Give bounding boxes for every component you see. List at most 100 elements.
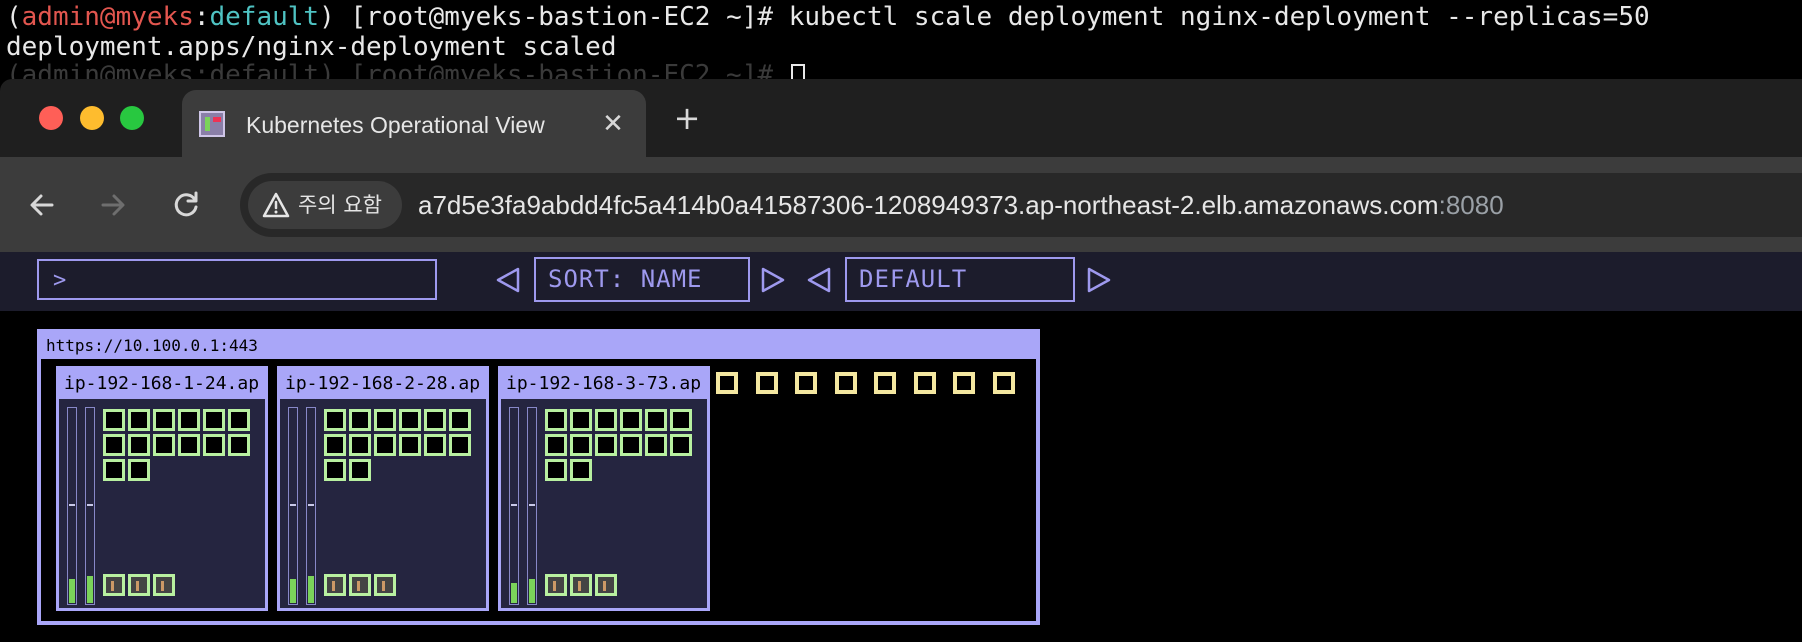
pod-running[interactable] xyxy=(570,459,592,481)
tab-kubernetes-operational-view[interactable]: Kubernetes Operational View ✕ xyxy=(182,90,646,157)
pod-running[interactable] xyxy=(595,409,617,431)
pod-pending[interactable] xyxy=(992,372,1015,394)
pod-running[interactable] xyxy=(128,459,150,481)
pod-running[interactable] xyxy=(399,409,421,431)
pod-running[interactable] xyxy=(228,409,250,431)
usage-fill xyxy=(290,579,296,603)
tab-close-icon[interactable]: ✕ xyxy=(597,108,629,140)
back-button[interactable] xyxy=(24,187,60,223)
reload-button[interactable] xyxy=(168,187,204,223)
node-box[interactable]: ip-192-168-2-28.ap-northeast-2.compute.i… xyxy=(277,366,489,611)
pod-running[interactable] xyxy=(620,409,642,431)
triangle-right-icon xyxy=(1087,267,1111,293)
cpu-usage-bar xyxy=(288,407,298,605)
usage-fill xyxy=(511,583,517,603)
pod-pending[interactable] xyxy=(755,372,778,394)
pod-running[interactable] xyxy=(324,434,346,456)
sort-selector[interactable]: SORT: NAME xyxy=(534,257,750,302)
pod-running[interactable] xyxy=(620,434,642,456)
pod-running[interactable] xyxy=(128,434,150,456)
pod-pending[interactable] xyxy=(716,372,738,394)
usage-fill xyxy=(69,579,75,603)
pod-running[interactable] xyxy=(103,434,125,456)
pod-running[interactable] xyxy=(449,409,471,431)
pod-pending[interactable] xyxy=(953,372,975,394)
pod-pending[interactable] xyxy=(874,372,896,394)
cluster-header: https://10.100.0.1:443 xyxy=(41,333,1036,359)
sort-next-button[interactable] xyxy=(760,266,786,294)
pod-running[interactable] xyxy=(570,434,592,456)
pod-system[interactable] xyxy=(103,574,125,596)
filter-input[interactable]: > xyxy=(37,259,437,300)
pod-running[interactable] xyxy=(153,409,175,431)
pod-running[interactable] xyxy=(545,434,567,456)
pod-system[interactable] xyxy=(349,574,371,596)
pod-pending[interactable] xyxy=(913,372,936,394)
pod-running[interactable] xyxy=(545,459,567,481)
memory-usage-bar xyxy=(306,407,316,605)
pod-running[interactable] xyxy=(399,434,421,456)
url-port: :8080 xyxy=(1438,190,1504,220)
pod-running[interactable] xyxy=(228,434,250,456)
pod-running[interactable] xyxy=(103,459,125,481)
pod-running[interactable] xyxy=(203,409,225,431)
url-text[interactable]: a7d5e3fa9abdd4fc5a414b0a41587306-1208949… xyxy=(418,189,1504,221)
cluster-box[interactable]: https://10.100.0.1:443 ip-192-168-1-24.a… xyxy=(37,329,1040,625)
control-bar: > SORT: NAME DEFAULT xyxy=(0,252,1802,311)
new-tab-button[interactable]: + xyxy=(670,101,704,135)
sort-prev-button[interactable] xyxy=(495,266,521,294)
node-box[interactable]: ip-192-168-3-73.ap-northeast-2.compute.i… xyxy=(498,366,710,611)
pod-running[interactable] xyxy=(178,409,200,431)
pod-running[interactable] xyxy=(670,434,692,456)
pod-running[interactable] xyxy=(424,434,446,456)
usage-request-mark xyxy=(511,504,517,506)
triangle-right-icon xyxy=(761,267,785,293)
pod-system[interactable] xyxy=(595,574,617,596)
security-indicator[interactable]: 주의 요함 xyxy=(248,181,402,229)
pod-running[interactable] xyxy=(153,434,175,456)
address-bar[interactable]: 주의 요함 a7d5e3fa9abdd4fc5a414b0a41587306-1… xyxy=(240,173,1802,237)
pod-running[interactable] xyxy=(374,434,396,456)
pod-pending[interactable] xyxy=(834,372,857,394)
pod-running[interactable] xyxy=(374,409,396,431)
warning-triangle-icon xyxy=(262,192,290,218)
pod-pending[interactable] xyxy=(795,372,817,394)
pod-running[interactable] xyxy=(545,409,567,431)
cpu-usage-bar xyxy=(509,407,519,605)
pod-running[interactable] xyxy=(349,459,371,481)
pod-system[interactable] xyxy=(545,574,567,596)
pod-running[interactable] xyxy=(128,409,150,431)
forward-button[interactable] xyxy=(95,187,131,223)
pod-running[interactable] xyxy=(349,434,371,456)
pod-running[interactable] xyxy=(645,409,667,431)
node-box[interactable]: ip-192-168-1-24.ap-northeast-2.compute.i… xyxy=(56,366,268,611)
pod-running[interactable] xyxy=(349,409,371,431)
pod-running[interactable] xyxy=(424,409,446,431)
pod-running[interactable] xyxy=(324,409,346,431)
node-label: ip-192-168-2-28.ap-northeast-2.compute.i… xyxy=(285,373,481,394)
pod-system[interactable] xyxy=(324,574,346,596)
pod-running[interactable] xyxy=(324,459,346,481)
close-window-button[interactable] xyxy=(39,106,63,130)
terminal[interactable]: (admin@myeks:default) [root@myeks-bastio… xyxy=(0,0,1802,90)
namespace-next-button[interactable] xyxy=(1086,266,1112,294)
pod-running[interactable] xyxy=(103,409,125,431)
namespace-prev-button[interactable] xyxy=(806,266,832,294)
pod-running[interactable] xyxy=(178,434,200,456)
minimize-window-button[interactable] xyxy=(80,106,104,130)
pod-system[interactable] xyxy=(153,574,175,596)
pod-running[interactable] xyxy=(449,434,471,456)
fullscreen-window-button[interactable] xyxy=(120,106,144,130)
namespace-selector[interactable]: DEFAULT xyxy=(845,257,1075,302)
pod-system[interactable] xyxy=(128,574,150,596)
pod-system[interactable] xyxy=(374,574,396,596)
pod-running[interactable] xyxy=(203,434,225,456)
usage-fill xyxy=(308,576,314,603)
pod-running[interactable] xyxy=(595,434,617,456)
pod-running[interactable] xyxy=(670,409,692,431)
browser-window: Kubernetes Operational View ✕ + 주의 요함 a7… xyxy=(0,79,1802,642)
pod-system[interactable] xyxy=(570,574,592,596)
pod-running[interactable] xyxy=(645,434,667,456)
favicon-icon xyxy=(199,111,225,137)
pod-running[interactable] xyxy=(570,409,592,431)
